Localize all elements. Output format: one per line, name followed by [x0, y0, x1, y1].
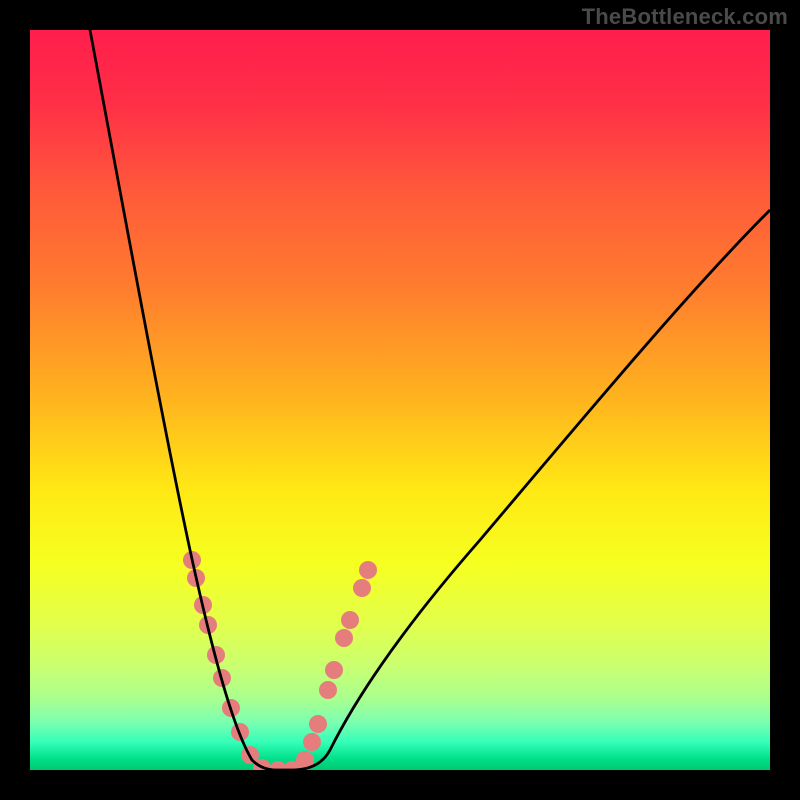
bottleneck-curve — [30, 30, 770, 770]
marker-dot — [325, 661, 343, 679]
marker-group — [183, 551, 377, 770]
curve-right-branch — [292, 210, 770, 770]
chart-frame: TheBottleneck.com — [0, 0, 800, 800]
watermark-text: TheBottleneck.com — [582, 4, 788, 30]
marker-dot — [341, 611, 359, 629]
curve-left-branch — [90, 30, 276, 770]
marker-dot — [319, 681, 337, 699]
marker-dot — [353, 579, 371, 597]
marker-dot — [335, 629, 353, 647]
marker-dot — [359, 561, 377, 579]
plot-area — [30, 30, 770, 770]
marker-dot — [309, 715, 327, 733]
marker-dot — [303, 733, 321, 751]
